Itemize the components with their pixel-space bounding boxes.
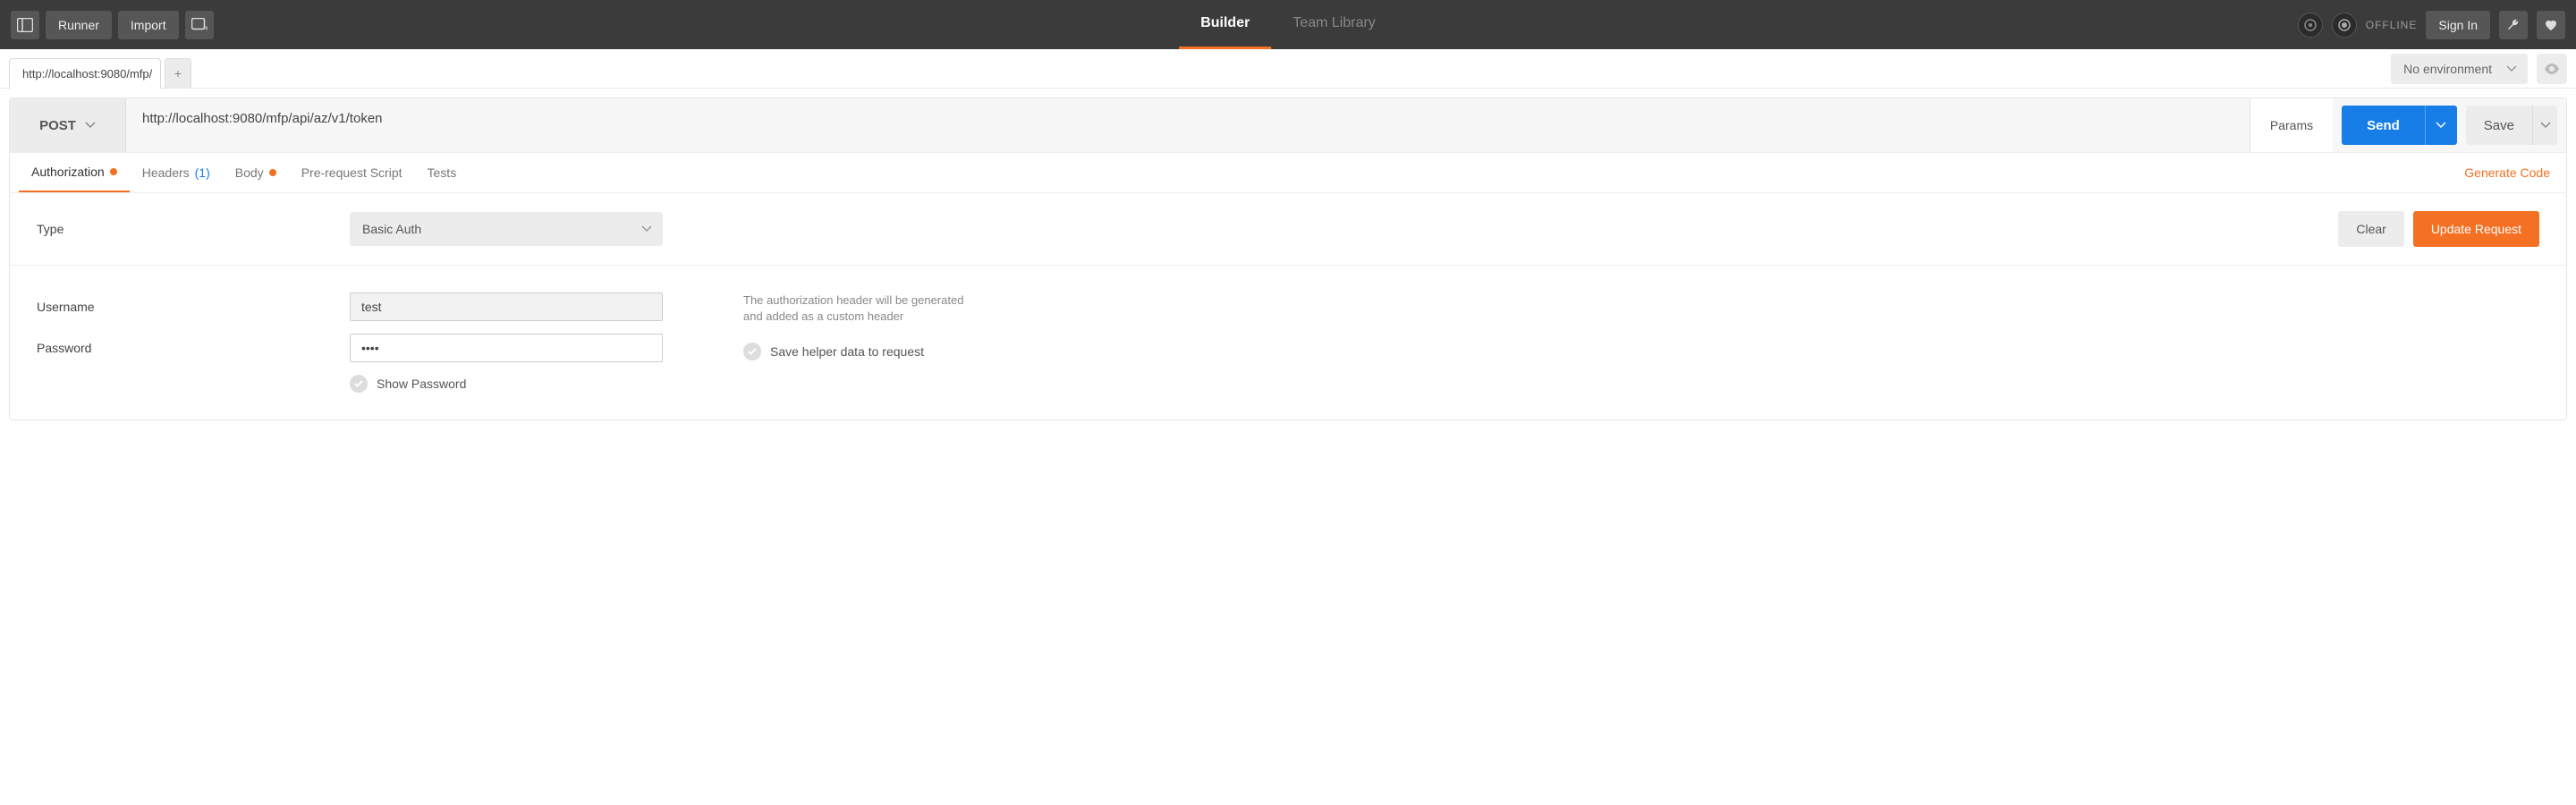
subtab-headers[interactable]: Headers (1) [130, 153, 223, 192]
chevron-down-icon [641, 225, 652, 233]
indicator-dot-icon [110, 168, 117, 175]
subtab-label: Body [235, 165, 264, 180]
new-window-button[interactable]: + [185, 11, 214, 39]
environment-select-label: No environment [2403, 62, 2492, 76]
sign-in-button[interactable]: Sign In [2426, 11, 2490, 39]
chevron-down-icon [2506, 65, 2517, 72]
generate-code-link[interactable]: Generate Code [2464, 165, 2557, 180]
auth-hint: The authorization header will be generat… [743, 292, 976, 325]
update-request-button[interactable]: Update Request [2413, 211, 2539, 247]
show-password-checkbox[interactable] [350, 375, 368, 393]
save-helper-checkbox[interactable] [743, 343, 761, 360]
password-label: Password [37, 341, 350, 355]
runner-button[interactable]: Runner [46, 11, 112, 39]
username-input[interactable] [350, 292, 663, 321]
subtab-tests[interactable]: Tests [415, 153, 470, 192]
environment-preview-button[interactable] [2537, 54, 2567, 84]
offline-label: OFFLINE [2366, 19, 2418, 31]
chevron-down-icon [2540, 122, 2551, 129]
chevron-down-icon [85, 122, 96, 129]
new-window-icon: + [191, 18, 208, 32]
username-label: Username [37, 300, 350, 314]
subtab-label: Headers [142, 165, 190, 180]
check-icon [748, 348, 757, 355]
subtab-prerequest[interactable]: Pre-request Script [289, 153, 415, 192]
svg-text:+: + [204, 24, 208, 32]
save-dropdown[interactable] [2532, 106, 2557, 145]
subtab-label: Authorization [31, 165, 105, 179]
environment-select[interactable]: No environment [2391, 54, 2528, 84]
send-dropdown[interactable] [2425, 106, 2457, 145]
subtab-body[interactable]: Body [223, 153, 289, 192]
params-button[interactable]: Params [2250, 98, 2333, 152]
indicator-dot-icon [269, 169, 276, 176]
settings-button[interactable] [2499, 11, 2528, 39]
auth-type-value: Basic Auth [362, 222, 421, 236]
check-icon [354, 380, 363, 387]
favorite-button[interactable] [2537, 11, 2565, 39]
subtab-authorization[interactable]: Authorization [19, 153, 130, 192]
tab-team-library[interactable]: Team Library [1271, 0, 1396, 49]
password-input[interactable] [350, 334, 663, 362]
headers-count: (1) [195, 165, 210, 180]
send-button[interactable]: Send [2342, 106, 2425, 145]
sync-status-icon[interactable] [2332, 13, 2357, 38]
auth-type-select[interactable]: Basic Auth [350, 212, 663, 246]
chevron-down-icon [2436, 122, 2446, 129]
wrench-icon [2506, 18, 2521, 32]
method-select[interactable]: POST [10, 98, 126, 152]
method-label: POST [39, 118, 76, 133]
tab-builder[interactable]: Builder [1179, 0, 1271, 49]
heart-icon [2544, 18, 2558, 32]
eye-icon [2544, 64, 2560, 74]
add-tab-button[interactable]: + [165, 58, 191, 89]
show-password-label: Show Password [377, 377, 466, 391]
plus-icon: + [174, 66, 182, 80]
auth-type-label: Type [37, 222, 350, 236]
interceptor-icon[interactable] [2298, 13, 2323, 38]
panel-icon [17, 18, 33, 32]
clear-button[interactable]: Clear [2338, 211, 2403, 247]
import-button[interactable]: Import [118, 11, 179, 39]
request-tab[interactable]: http://localhost:9080/mfp/ [9, 58, 161, 89]
url-input[interactable] [126, 98, 2250, 138]
toggle-sidebar-button[interactable] [11, 11, 39, 39]
save-button[interactable]: Save [2466, 106, 2532, 145]
save-helper-label: Save helper data to request [770, 344, 924, 359]
